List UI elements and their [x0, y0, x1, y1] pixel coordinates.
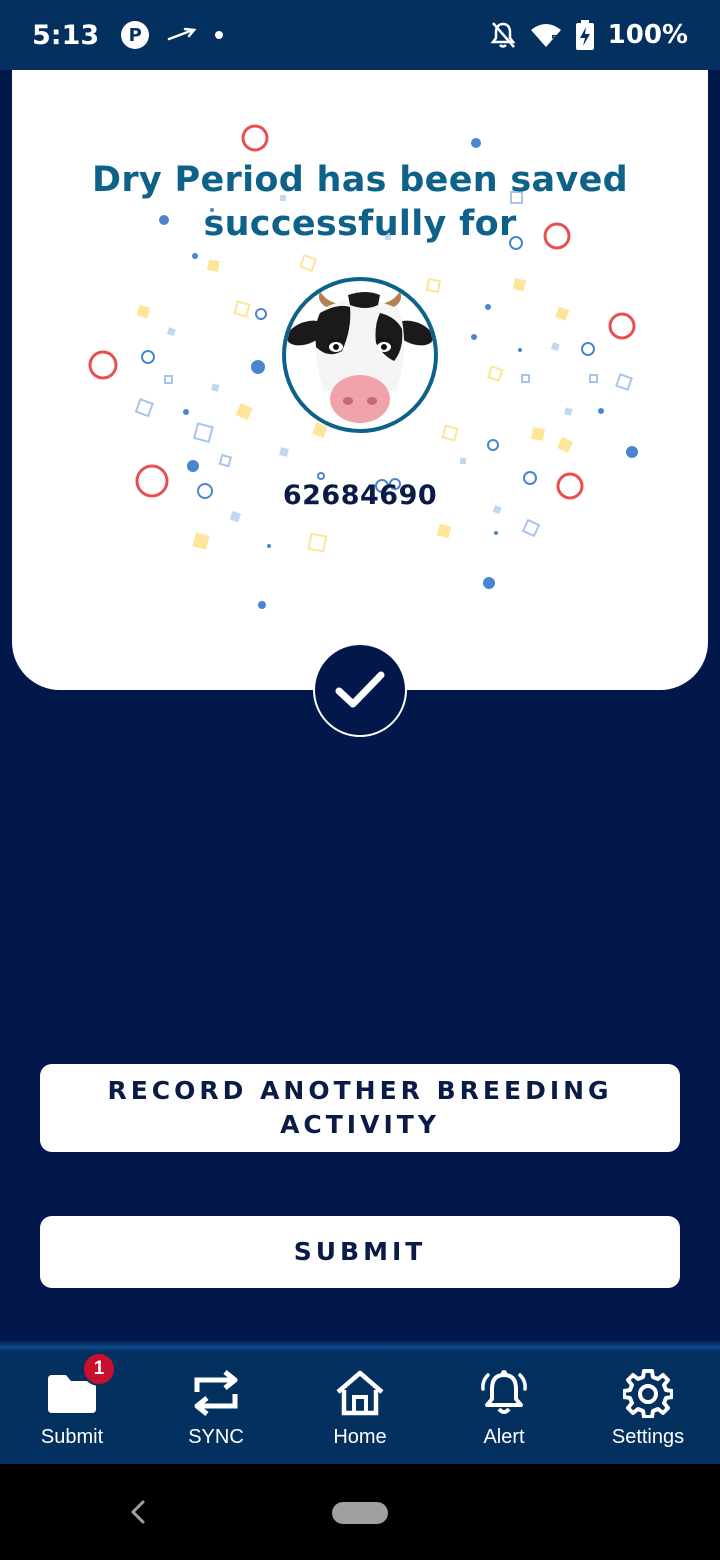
submit-button[interactable]: SUBMIT [40, 1216, 680, 1288]
sync-icon [190, 1368, 242, 1418]
send-icon [167, 27, 197, 41]
status-bar: 5:13 P 5 100% [0, 0, 720, 70]
wifi-icon: 5 [530, 24, 561, 47]
nav-divider [0, 1340, 720, 1352]
status-notification-icons: P [121, 21, 224, 49]
nav-item-sync[interactable]: SYNC [144, 1352, 288, 1464]
notification-dot-icon [215, 31, 224, 39]
cow-face-icon [286, 291, 434, 423]
svg-text:5: 5 [551, 34, 558, 45]
nav-item-alert[interactable]: Alert [432, 1352, 576, 1464]
home-icon [334, 1368, 386, 1418]
animal-id: 62684690 [282, 480, 438, 511]
record-another-breeding-button[interactable]: RECORD ANOTHER BREEDING ACTIVITY [40, 1064, 680, 1152]
submit-count-badge: 1 [82, 1352, 116, 1386]
success-card: Dry Period has been saved successfully f… [12, 70, 708, 690]
gear-icon [622, 1368, 674, 1418]
nav-label: Home [333, 1426, 387, 1448]
back-arrow-icon[interactable] [128, 1498, 148, 1526]
system-nav-bar [0, 1464, 720, 1560]
status-time: 5:13 [32, 19, 100, 51]
animal-avatar [282, 277, 438, 433]
nav-label: Submit [40, 1426, 104, 1448]
mute-bell-icon [490, 22, 516, 48]
app-notification-icon: P [121, 21, 150, 49]
bell-icon [478, 1368, 530, 1418]
battery-charging-icon [575, 20, 594, 50]
home-pill[interactable] [332, 1502, 388, 1524]
nav-item-home[interactable]: Home [288, 1352, 432, 1464]
nav-label: Alert [483, 1426, 525, 1448]
success-title: Dry Period has been saved successfully f… [92, 160, 628, 244]
nav-label: SYNC [188, 1426, 244, 1448]
nav-item-submit[interactable]: 1 Submit [0, 1352, 144, 1464]
nav-label: Settings [611, 1426, 685, 1448]
success-check-badge [313, 643, 407, 737]
battery-percentage: 100% [607, 20, 688, 50]
nav-item-settings[interactable]: Settings [576, 1352, 720, 1464]
checkmark-icon [335, 671, 385, 708]
bottom-nav: 1 Submit SYNC Home Alert Settings [0, 1352, 720, 1464]
